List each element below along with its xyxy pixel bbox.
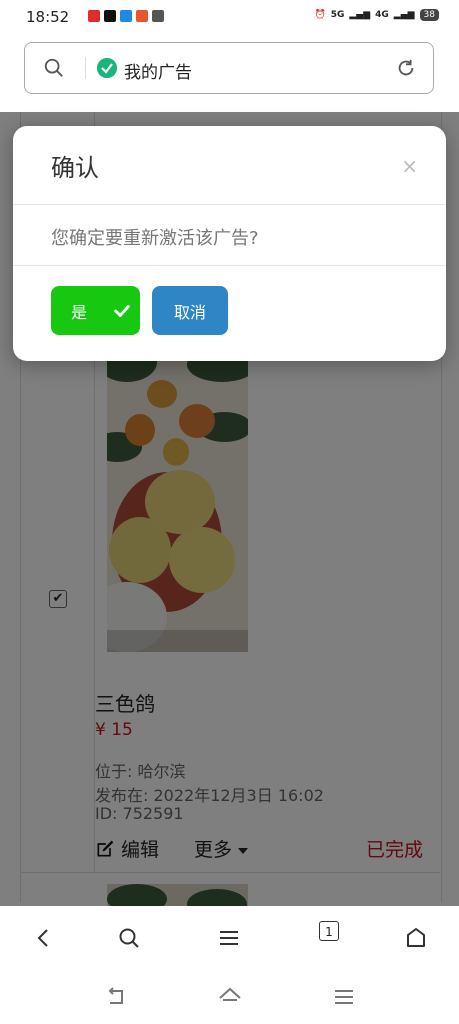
system-home-icon[interactable]	[218, 986, 242, 1008]
system-back-icon[interactable]	[104, 986, 128, 1008]
confirm-dialog: 确认 × 您确定要重新激活该广告? 是 取消	[13, 126, 446, 361]
divider	[13, 204, 446, 205]
app-notification-icon	[136, 10, 148, 22]
app-notification-icon	[88, 10, 100, 22]
cancel-button[interactable]: 取消	[152, 286, 228, 335]
dialog-title: 确认	[51, 154, 99, 182]
app-notification-icon	[152, 10, 164, 22]
address-bar[interactable]: 我的广告	[24, 42, 434, 94]
home-icon[interactable]	[404, 926, 428, 950]
tabs-button[interactable]: 1	[319, 921, 339, 941]
browser-toolbar	[0, 906, 459, 970]
menu-icon[interactable]	[217, 926, 241, 950]
status-bar: 18:52 ⏰ 5G ▂▄▆ 4G ▂▄▆ 38	[0, 0, 459, 34]
dialog-message: 您确定要重新激活该广告?	[51, 228, 259, 249]
close-icon[interactable]: ×	[401, 154, 418, 178]
yes-button[interactable]: 是	[51, 286, 140, 335]
alarm-icon: ⏰	[314, 10, 326, 20]
divider	[85, 57, 86, 79]
network-5g: 5G	[330, 10, 345, 20]
notification-icons	[88, 10, 164, 22]
back-icon[interactable]	[32, 926, 56, 950]
check-icon	[114, 304, 130, 317]
search-icon[interactable]	[43, 57, 65, 79]
system-menu-icon[interactable]	[332, 986, 356, 1008]
status-indicators: ⏰ 5G ▂▄▆ 4G ▂▄▆ 38	[314, 9, 439, 21]
secure-check-icon	[97, 58, 117, 78]
signal-icon: ▂▄▆	[393, 10, 415, 20]
page-title: 我的广告	[124, 63, 192, 83]
app-notification-icon	[120, 10, 132, 22]
status-time: 18:52	[26, 8, 70, 26]
yes-label: 是	[71, 302, 88, 322]
tiktok-icon	[104, 10, 116, 22]
battery-level: 38	[419, 9, 439, 21]
divider	[13, 265, 446, 266]
reload-icon[interactable]	[395, 57, 417, 79]
network-4g: 4G	[375, 10, 389, 20]
system-navigation	[0, 970, 459, 1024]
signal-icon: ▂▄▆	[349, 10, 371, 20]
search-icon[interactable]	[117, 926, 141, 950]
